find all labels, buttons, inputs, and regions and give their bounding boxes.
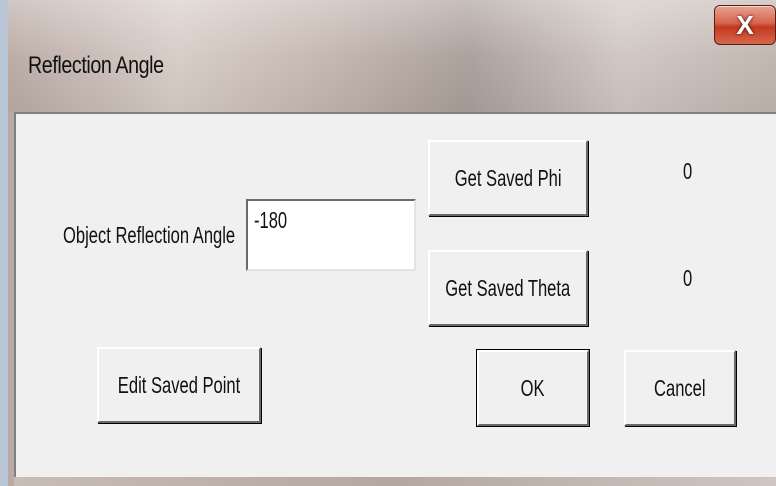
reflection-angle-input[interactable]: -180 — [246, 199, 416, 271]
close-icon: X — [736, 9, 754, 40]
get-saved-theta-button[interactable]: Get Saved Theta — [428, 250, 588, 326]
get-saved-phi-label: Get Saved Phi — [454, 164, 562, 191]
edit-saved-point-label: Edit Saved Point — [117, 371, 241, 398]
ok-label: OK — [521, 374, 545, 401]
cancel-label: Cancel — [654, 374, 706, 401]
title-bar[interactable]: Reflection Angle X — [8, 0, 776, 112]
theta-value: 0 — [683, 265, 693, 291]
reflection-angle-value: -180 — [254, 207, 288, 233]
window-bottom-edge — [14, 477, 776, 486]
angle-label: Object Reflection Angle — [63, 222, 236, 248]
close-button[interactable]: X — [714, 5, 776, 45]
ok-button[interactable]: OK — [477, 350, 589, 426]
window-title: Reflection Angle — [28, 52, 164, 79]
phi-value: 0 — [683, 158, 693, 184]
edit-saved-point-button[interactable]: Edit Saved Point — [97, 347, 261, 423]
get-saved-theta-label: Get Saved Theta — [445, 274, 571, 301]
cancel-button[interactable]: Cancel — [624, 350, 736, 426]
get-saved-phi-button[interactable]: Get Saved Phi — [428, 140, 588, 216]
